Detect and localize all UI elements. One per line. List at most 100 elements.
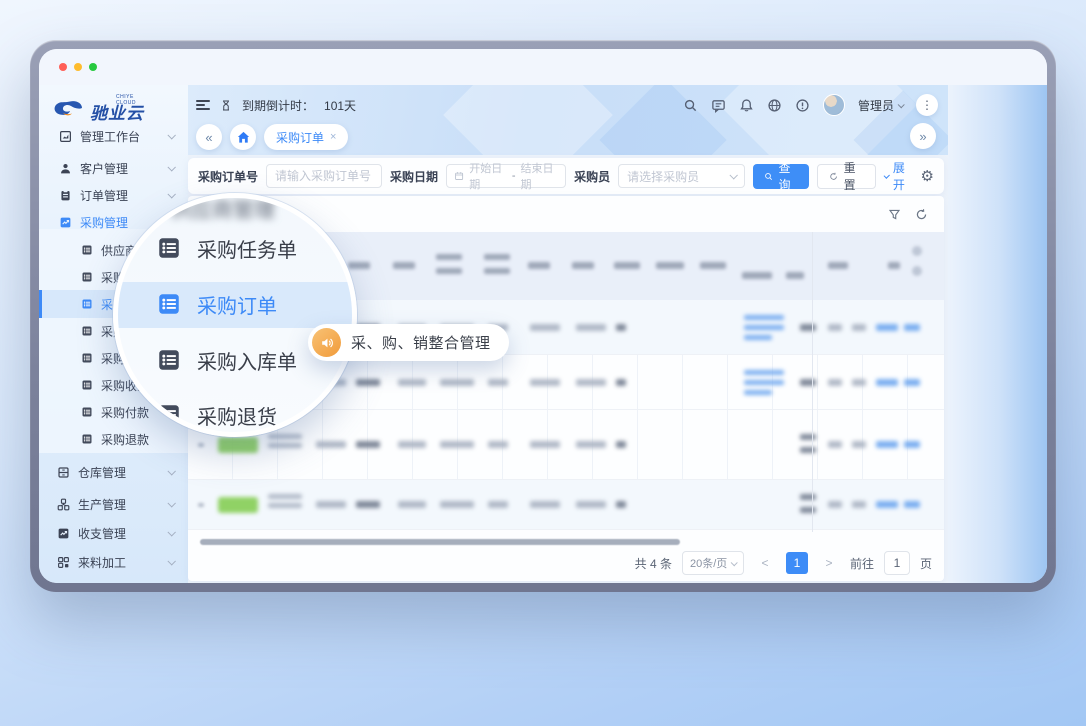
page-size-select[interactable]: 20条/页 [682, 551, 744, 575]
buyer-select[interactable]: 请选择采购员 [618, 164, 745, 188]
blurred-cell [800, 379, 816, 386]
blurred-cell [904, 324, 920, 331]
blurred-cell [744, 390, 772, 395]
blurred-cell [398, 441, 426, 448]
refresh-icon[interactable] [915, 208, 928, 221]
minimize-window-button[interactable] [74, 63, 82, 71]
blurred-cell [576, 324, 606, 331]
prev-page-button[interactable]: < [754, 552, 776, 574]
filter-bar: 采购订单号 采购日期 开始日期 - 结束日期 采购员 请选择采购员 [188, 158, 944, 194]
sidebar-item-orders[interactable]: 订单管理 [39, 181, 188, 209]
doc-list-icon [81, 244, 93, 256]
next-page-button[interactable]: > [818, 552, 840, 574]
maximize-window-button[interactable] [89, 63, 97, 71]
scroll-tabs-right-button[interactable]: » [910, 123, 936, 149]
blurred-cell [572, 262, 594, 269]
search-button[interactable]: 查询 [753, 164, 809, 189]
chevron-down-icon [167, 467, 175, 475]
magnifier-lens: 供应商管理 采购任务单 采购订单 采购入库单 采购退货 [113, 193, 357, 437]
magnified-item-label: 采购订单 [197, 290, 277, 319]
info-icon[interactable] [795, 98, 810, 113]
table-toolbar [888, 208, 928, 221]
date-range-picker[interactable]: 开始日期 - 结束日期 [446, 164, 566, 188]
countdown-value: 101天 [324, 97, 356, 114]
sidebar-item-production[interactable]: 生产管理 [39, 490, 188, 518]
purchase-icon [59, 216, 72, 229]
close-window-button[interactable] [59, 63, 67, 71]
blurred-cell [800, 434, 816, 440]
goto-page-input[interactable] [884, 551, 910, 575]
blurred-cell [800, 494, 816, 500]
table-row[interactable] [188, 480, 944, 530]
blurred-cell [530, 441, 560, 448]
refresh-icon [829, 171, 838, 182]
order-no-input[interactable] [266, 164, 382, 188]
reset-button[interactable]: 重置 [817, 164, 875, 189]
language-globe-icon[interactable] [767, 98, 782, 113]
blurred-cell [530, 324, 560, 331]
magnified-item-label: 采购任务单 [197, 234, 297, 263]
vertical-dots-icon: ⋮ [921, 98, 933, 112]
scroll-tabs-left-button[interactable]: « [196, 124, 222, 150]
collapse-sidebar-icon[interactable] [196, 100, 210, 110]
filter-settings-gear-icon[interactable]: ⚙ [921, 169, 934, 184]
sidebar-item-material-processing[interactable]: 来料加工 [39, 548, 188, 576]
blurred-cell [616, 501, 626, 508]
chevron-down-icon [167, 499, 175, 507]
chevron-down-icon [167, 163, 175, 171]
date-start-placeholder: 开始日期 [469, 160, 507, 192]
doc-list-icon [81, 271, 93, 283]
purchase-date-label: 采购日期 [390, 168, 438, 185]
expand-filters-link[interactable]: 展开 [884, 159, 913, 193]
tab-label: 采购订单 [276, 129, 324, 146]
user-avatar[interactable] [823, 94, 845, 116]
sidebar-item-customers[interactable]: 客户管理 [39, 154, 188, 182]
message-icon[interactable] [711, 98, 726, 113]
blurred-cell [742, 272, 772, 279]
search-icon[interactable] [683, 98, 698, 113]
cloud-logo-icon [52, 99, 86, 123]
blurred-cell [440, 501, 474, 508]
total-count: 共 4 条 [635, 555, 672, 572]
blurred-cell [488, 441, 508, 448]
material-icon [57, 556, 70, 569]
blurred-cell [828, 324, 842, 331]
tab-purchase-order[interactable]: 采购订单 × [264, 124, 348, 150]
sidebar-item-dashboard[interactable]: 管理工作台 [39, 122, 188, 150]
magnified-item-purchase-return[interactable]: 采购退货 [118, 395, 352, 435]
sidebar-item-label: 收支管理 [78, 525, 126, 542]
sidebar-item-label: 管理工作台 [80, 128, 140, 145]
search-icon [764, 171, 773, 182]
blurred-cell [912, 246, 922, 256]
doc-list-icon [156, 347, 182, 373]
filter-funnel-icon[interactable] [888, 208, 901, 221]
sidebar-item-finance[interactable]: 收支管理 [39, 519, 188, 547]
notification-bell-icon[interactable] [739, 98, 754, 113]
current-page-button[interactable]: 1 [786, 552, 808, 574]
magnified-item-purchase-order[interactable]: 采购订单 [118, 284, 352, 324]
search-button-label: 查询 [778, 159, 798, 193]
blurred-cell [576, 379, 606, 386]
user-menu[interactable]: 管理员 [858, 97, 903, 114]
sidebar-item-warehouse[interactable]: 仓库管理 [39, 458, 188, 486]
home-tab-button[interactable] [230, 124, 256, 150]
dashboard-icon [59, 130, 72, 143]
magnified-item-purchase-task[interactable]: 采购任务单 [118, 228, 352, 268]
blurred-cell [218, 437, 258, 453]
fixed-column-divider [812, 232, 813, 532]
doc-list-icon [156, 402, 182, 428]
callout-text: 采、购、销整合管理 [351, 332, 491, 353]
order-icon [59, 189, 72, 202]
magnified-blurred-text: 供应商管理 [170, 194, 275, 224]
horizontal-scrollbar[interactable] [200, 539, 680, 545]
blurred-cell [800, 507, 816, 513]
home-icon [236, 130, 251, 145]
blurred-cell [440, 441, 474, 448]
close-tab-icon[interactable]: × [330, 131, 336, 143]
blurred-cell [268, 434, 302, 439]
blurred-cell [398, 501, 426, 508]
more-options-button[interactable]: ⋮ [916, 94, 938, 116]
hourglass-icon [220, 99, 232, 112]
blurred-cell [876, 441, 898, 448]
blurred-cell [268, 503, 302, 508]
